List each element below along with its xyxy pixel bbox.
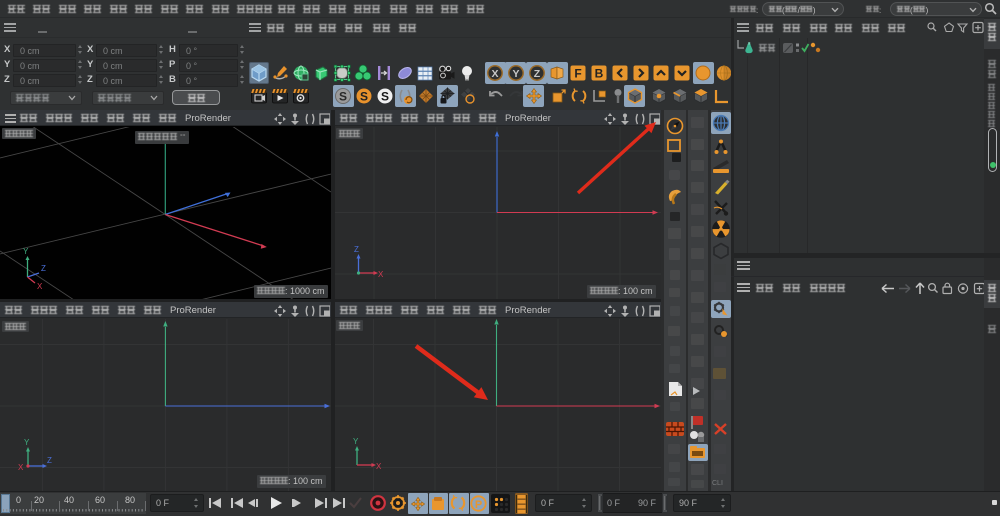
svg-text:X: X <box>491 68 498 80</box>
svg-text:S: S <box>360 90 368 104</box>
svg-text:S: S <box>381 90 389 104</box>
svg-text:S: S <box>339 90 347 104</box>
svg-text:P: P <box>475 499 482 511</box>
svg-text:Y: Y <box>512 68 519 80</box>
svg-text:Z: Z <box>533 68 540 80</box>
svg-text:B: B <box>595 67 604 81</box>
svg-text:F: F <box>575 67 582 81</box>
